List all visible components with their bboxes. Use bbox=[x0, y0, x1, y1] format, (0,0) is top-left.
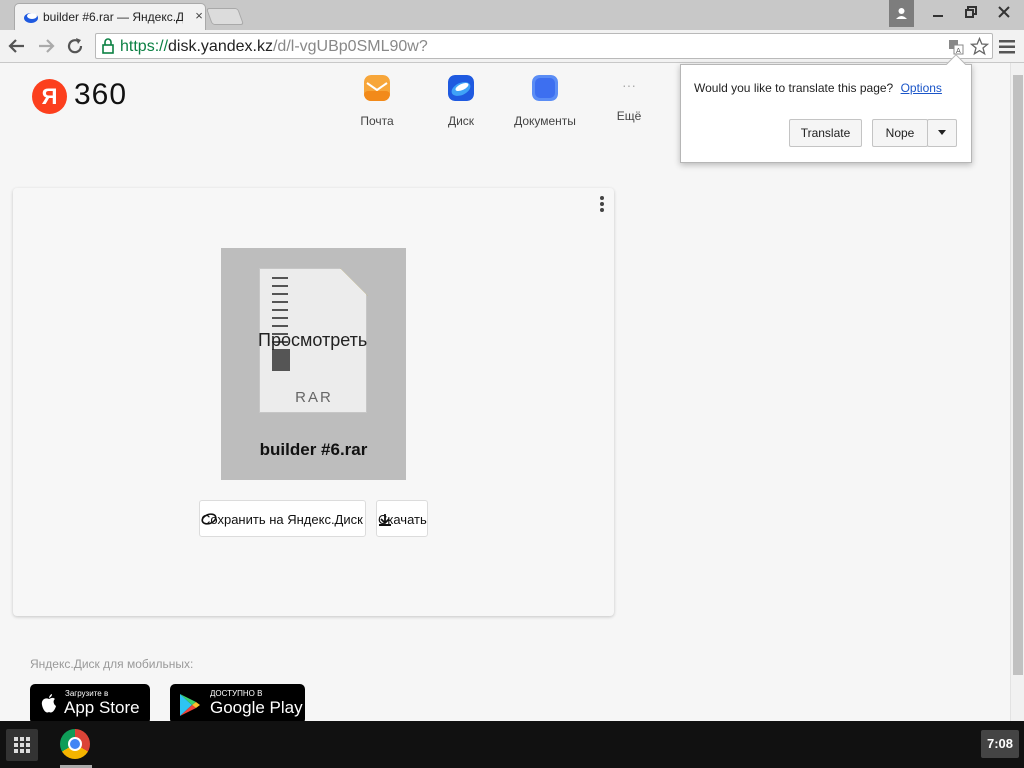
translate-button[interactable]: Translate bbox=[789, 119, 862, 147]
chrome-app-icon[interactable] bbox=[60, 729, 90, 759]
os-taskbar: 7:08 bbox=[0, 721, 1024, 768]
browser-toolbar: https://disk.yandex.kz/d/l-vgUBp0SML90w?… bbox=[0, 30, 1024, 63]
google-play-big-text: Google Play bbox=[210, 698, 303, 717]
service-disk[interactable]: Диск bbox=[416, 75, 506, 128]
page-scrollbar[interactable] bbox=[1010, 63, 1024, 721]
url-text: https://disk.yandex.kz/d/l-vgUBp0SML90w? bbox=[120, 38, 428, 56]
service-disk-label: Диск bbox=[447, 114, 475, 128]
file-fold-mask bbox=[340, 268, 368, 296]
preview-link[interactable]: Просмотреть bbox=[258, 330, 367, 351]
nope-dropdown-button[interactable] bbox=[927, 119, 957, 147]
minimize-button[interactable] bbox=[924, 2, 952, 24]
tab-close-icon[interactable]: × bbox=[192, 8, 206, 24]
new-tab-button[interactable] bbox=[205, 8, 245, 25]
save-to-disk-label: Сохранить на Яндекс.Диск bbox=[201, 512, 363, 527]
service-mail[interactable]: Почта bbox=[332, 75, 422, 128]
chrome-menu-icon[interactable] bbox=[998, 39, 1016, 55]
more-dots-icon: ··· bbox=[622, 77, 636, 93]
zipper-pull bbox=[272, 349, 290, 371]
system-clock[interactable]: 7:08 bbox=[981, 730, 1019, 758]
more-options-icon[interactable] bbox=[599, 196, 605, 214]
restore-icon bbox=[965, 6, 977, 18]
user-profile-button[interactable] bbox=[889, 0, 914, 27]
service-documents-label: Документы bbox=[514, 114, 576, 128]
save-to-disk-button[interactable]: Сохранить на Яндекс.Диск bbox=[199, 500, 366, 537]
app-store-small-text: Загрузите в bbox=[65, 689, 109, 698]
translate-question-text: Would you like to translate this page? bbox=[694, 81, 894, 95]
back-arrow-icon[interactable] bbox=[6, 35, 28, 57]
restore-button[interactable] bbox=[957, 2, 985, 24]
service-mail-label: Почта bbox=[360, 114, 394, 128]
download-button[interactable]: Скачать bbox=[376, 500, 428, 537]
browser-titlebar: builder #6.rar — Яндекс.Д × bbox=[0, 0, 1024, 30]
google-play-badge[interactable]: ДОСТУПНО В Google Play bbox=[170, 684, 305, 721]
documents-icon bbox=[532, 75, 558, 101]
translate-options-link[interactable]: Options bbox=[901, 81, 942, 95]
apple-icon bbox=[41, 694, 56, 713]
google-play-icon bbox=[180, 694, 200, 716]
tab-title: builder #6.rar — Яндекс.Д bbox=[43, 10, 183, 24]
scrollbar-thumb[interactable] bbox=[1013, 75, 1023, 675]
service-more-label: Ещё bbox=[616, 109, 642, 123]
logo-360-text[interactable]: 360 bbox=[74, 78, 127, 112]
file-preview[interactable]: RAR Просмотреть builder #6.rar bbox=[221, 248, 406, 480]
url-path: /d/l-vgUBp0SML90w? bbox=[272, 38, 428, 55]
yandex-logo[interactable]: Я bbox=[32, 79, 67, 114]
app-store-big-text: App Store bbox=[64, 698, 140, 717]
close-window-button[interactable] bbox=[990, 2, 1018, 24]
file-name: builder #6.rar bbox=[259, 440, 368, 459]
file-card: RAR Просмотреть builder #6.rar Сохранить… bbox=[13, 188, 614, 616]
service-more[interactable]: ··· Ещё bbox=[584, 75, 674, 123]
minimize-icon bbox=[933, 15, 943, 17]
bookmark-star-icon[interactable] bbox=[970, 37, 989, 56]
file-type-label: RAR bbox=[295, 389, 333, 406]
app-launcher-icon[interactable] bbox=[6, 729, 38, 761]
address-bar[interactable]: https://disk.yandex.kz/d/l-vgUBp0SML90w?… bbox=[95, 33, 993, 59]
svg-text:A: A bbox=[956, 47, 961, 55]
translate-question: Would you like to translate this page? O… bbox=[694, 81, 942, 95]
forward-arrow-icon[interactable] bbox=[35, 35, 57, 57]
google-play-small-text: ДОСТУПНО В bbox=[210, 689, 263, 698]
url-scheme: https:// bbox=[120, 38, 169, 55]
browser-tab[interactable]: builder #6.rar — Яндекс.Д × bbox=[14, 3, 206, 30]
nope-button[interactable]: Nope bbox=[872, 119, 928, 147]
service-documents[interactable]: Документы bbox=[500, 75, 590, 128]
close-icon bbox=[998, 6, 1010, 18]
app-store-badge[interactable]: Загрузите в App Store bbox=[30, 684, 150, 721]
translate-bubble: Would you like to translate this page? O… bbox=[680, 54, 972, 163]
reload-icon[interactable] bbox=[64, 35, 86, 57]
mobile-apps-label: Яндекс.Диск для мобильных: bbox=[30, 657, 194, 671]
chevron-down-icon bbox=[938, 130, 946, 135]
mail-icon bbox=[364, 75, 390, 101]
download-label: Скачать bbox=[378, 512, 427, 527]
translate-icon[interactable]: A bbox=[948, 39, 964, 55]
yandex-disk-favicon-icon bbox=[24, 13, 38, 23]
disk-icon bbox=[448, 75, 474, 101]
url-host: disk.yandex.kz bbox=[168, 38, 273, 55]
person-icon bbox=[896, 8, 907, 19]
lock-icon bbox=[102, 38, 114, 54]
